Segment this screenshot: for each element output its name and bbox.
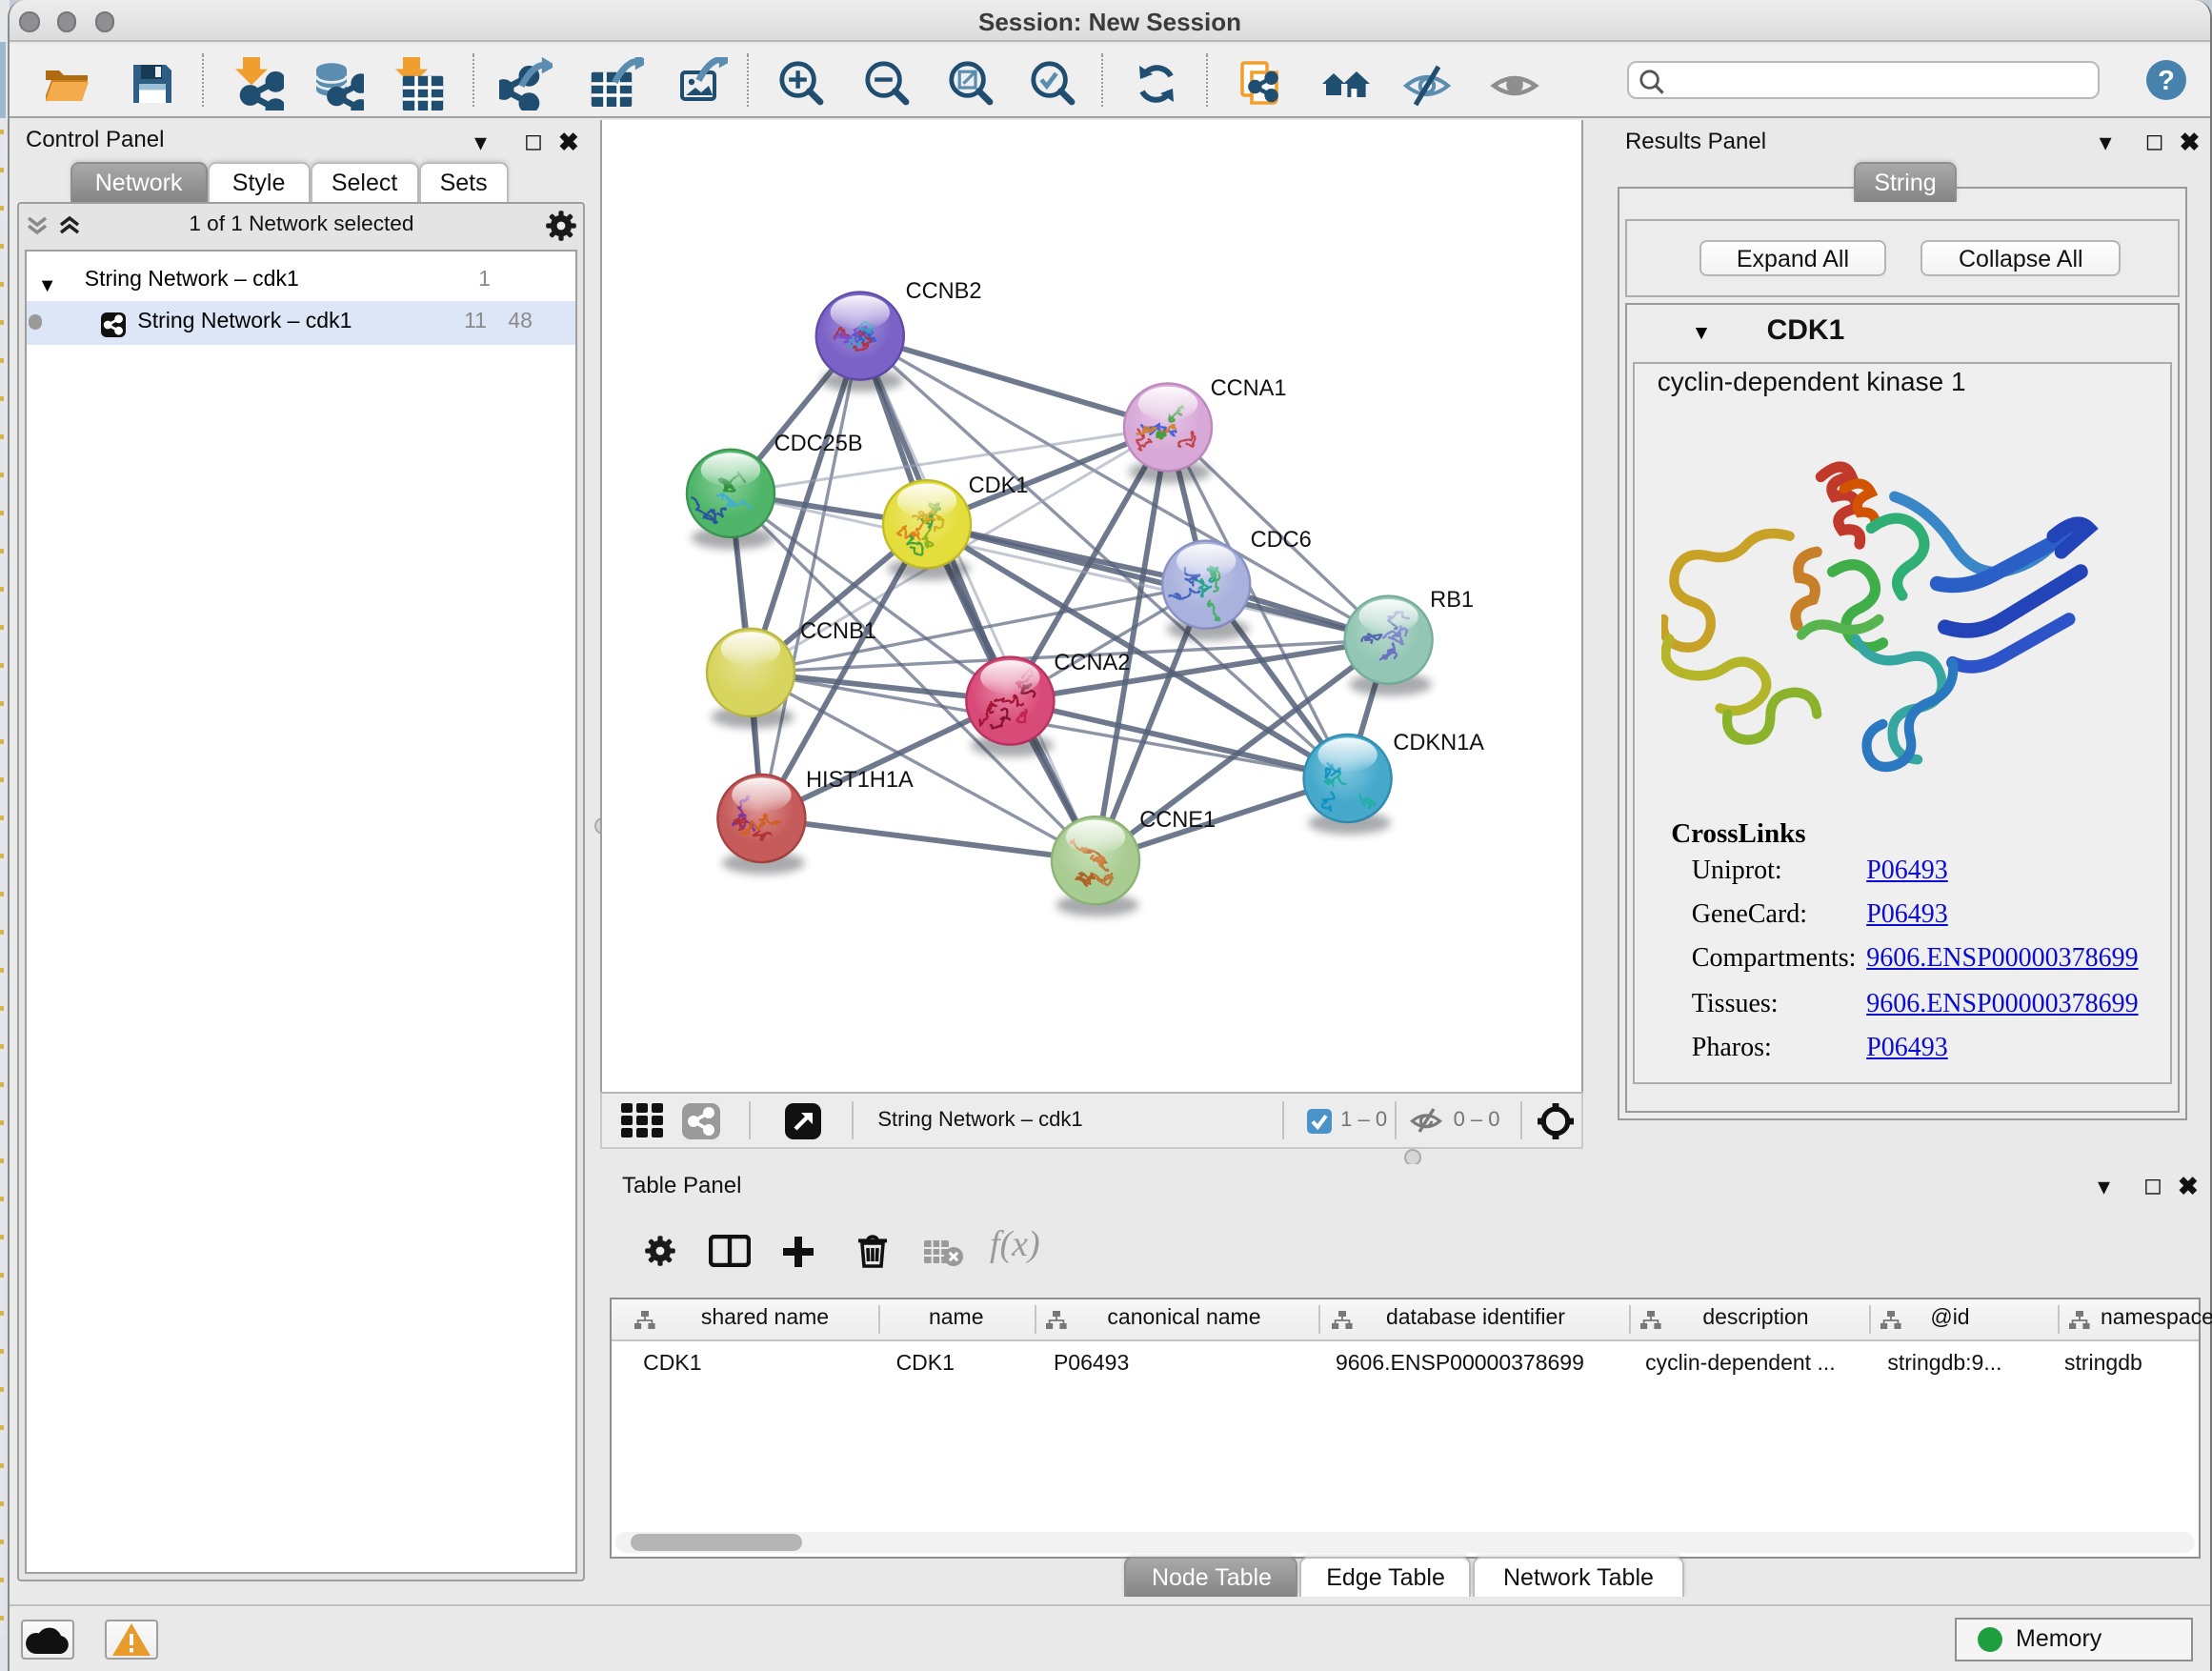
svg-text:CCNB1: CCNB1 bbox=[801, 617, 877, 642]
svg-text:CDKN1A: CDKN1A bbox=[1394, 729, 1485, 754]
svg-text:HIST1H1A: HIST1H1A bbox=[807, 766, 915, 791]
svg-text:CCNE1: CCNE1 bbox=[1140, 806, 1217, 831]
svg-text:CDC6: CDC6 bbox=[1251, 526, 1312, 551]
svg-text:?: ? bbox=[2158, 65, 2175, 95]
svg-text:CCNA2: CCNA2 bbox=[1055, 649, 1131, 674]
svg-text:RB1: RB1 bbox=[1431, 586, 1475, 611]
svg-text:CDK1: CDK1 bbox=[969, 472, 1029, 496]
svg-text:CCNA1: CCNA1 bbox=[1211, 374, 1287, 399]
svg-text:CDC25B: CDC25B bbox=[774, 430, 863, 454]
svg-text:CCNB2: CCNB2 bbox=[906, 277, 982, 302]
